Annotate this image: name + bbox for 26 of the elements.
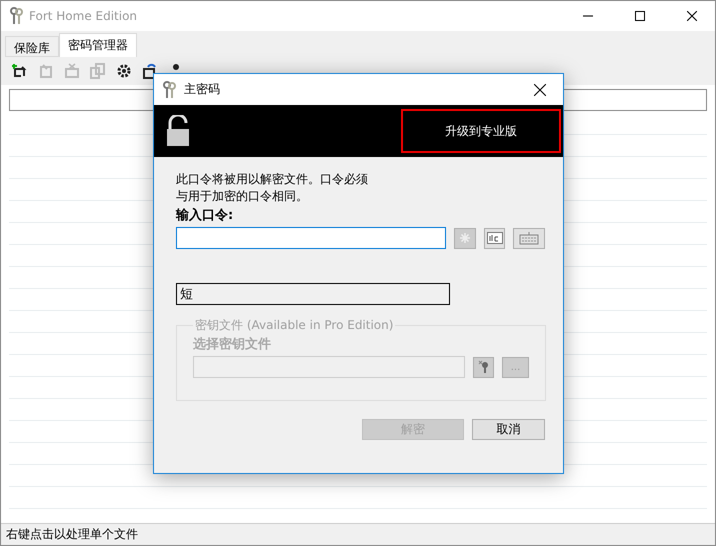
group-legend: 密钥文件 (Available in Pro Edition) xyxy=(193,317,396,334)
password-field[interactable] xyxy=(176,227,446,249)
keys-icon xyxy=(162,80,176,98)
key-file-label: 选择密钥文件 xyxy=(193,336,272,353)
key-icon xyxy=(478,360,490,374)
window-title: Fort Home Edition xyxy=(29,9,138,23)
close-icon xyxy=(687,11,697,21)
padlock-icon xyxy=(166,115,190,147)
strength-field: 短 xyxy=(176,283,450,305)
asterisk-icon xyxy=(460,233,470,243)
keyboard-button[interactable] xyxy=(513,228,545,248)
cancel-button[interactable]: 取消 xyxy=(472,419,545,440)
description-text: 此口令将被用以解密文件。口令必须 xyxy=(176,171,369,188)
dialog-title: 主密码 xyxy=(184,81,221,98)
tab[interactable]: 保险库 xyxy=(5,36,59,57)
close-icon xyxy=(534,84,546,96)
keys-icon xyxy=(9,7,23,25)
keyboard-icon xyxy=(519,231,540,245)
password-label: 输入口令: xyxy=(176,206,234,224)
upgrade-button[interactable]: 升级到专业版 xyxy=(401,109,561,153)
tab[interactable]: 密码管理器 xyxy=(59,33,137,57)
description-text: 与用于加密的口令相同。 xyxy=(176,188,309,205)
maximize-icon xyxy=(635,11,645,21)
status-text: 右键点击以处理单个文件 xyxy=(6,526,138,543)
text-icon xyxy=(486,232,503,244)
text-button[interactable] xyxy=(484,228,506,248)
